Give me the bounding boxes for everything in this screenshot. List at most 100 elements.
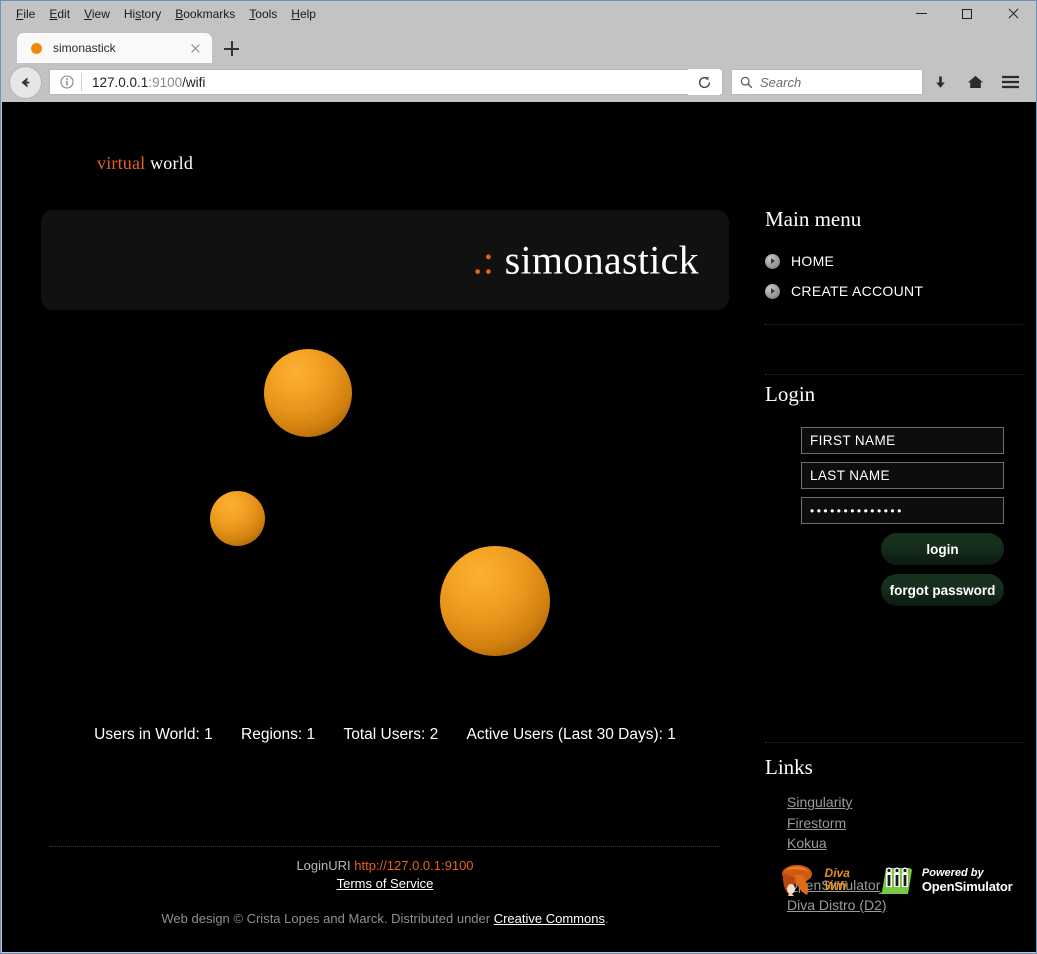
sidebar-item-create-account[interactable]: CREATE ACCOUNT <box>765 276 1023 306</box>
loginuri-value: http://127.0.0.1:9100 <box>354 858 474 873</box>
link-kokua[interactable]: Kokua <box>787 835 827 851</box>
menu-edit[interactable]: Edit <box>42 5 77 23</box>
page-footer: LoginURI http://127.0.0.1:9100 Terms of … <box>41 858 729 926</box>
page-viewport: virtual world .: simonastick Users in Wo… <box>2 102 1036 952</box>
menu-bookmarks[interactable]: Bookmarks <box>168 5 242 23</box>
stat-active-users: Active Users (Last 30 Days): 1 <box>466 726 676 743</box>
menu-view[interactable]: View <box>77 5 117 23</box>
diva-wifi-logo[interactable]: Diva Wifi <box>776 862 850 898</box>
new-tab-button[interactable] <box>216 35 246 63</box>
decorative-sphere-2 <box>210 491 265 546</box>
credit-suffix: . <box>604 911 609 926</box>
hamburger-icon <box>1002 75 1019 89</box>
link-singularity[interactable]: Singularity <box>787 794 852 810</box>
diva-line2: Wifi <box>824 879 847 893</box>
close-button[interactable] <box>990 1 1036 26</box>
opensim-text: Powered by OpenSimulator <box>922 867 1013 893</box>
tab-close-icon[interactable] <box>187 40 204 57</box>
url-divider <box>81 73 82 91</box>
bullet-arrow-icon <box>765 283 780 299</box>
menu-hamburger-button[interactable] <box>993 67 1028 97</box>
stat-users-in-world: Users in World: 1 <box>94 726 213 743</box>
sidebar-logos: Diva Wifi Powered by OpenSimulator <box>765 862 1023 898</box>
credit-line: Web design © Crista Lopes and Marck. Dis… <box>41 911 729 926</box>
list-item[interactable]: Singularity <box>787 794 1023 815</box>
browser-window: File Edit View History Bookmarks Tools H… <box>0 0 1037 954</box>
main-menu-block: Main menu HOME CREATE ACCOUNT <box>765 207 1023 306</box>
main-column: virtual world .: simonastick Users in Wo… <box>41 102 729 952</box>
terms-of-service-link[interactable]: Terms of Service <box>41 876 729 891</box>
login-form: login forgot password <box>765 427 1023 606</box>
menu-file[interactable]: File <box>9 5 42 23</box>
brand-world: world <box>150 153 194 173</box>
list-item[interactable]: Firestorm <box>787 815 1023 836</box>
reload-button[interactable] <box>688 69 720 95</box>
sidebar-divider-3 <box>765 742 1023 743</box>
sidebar: Main menu HOME CREATE ACCOUNT Login FIRS… <box>765 102 1023 952</box>
grid-statistics: Users in World: 1 Regions: 1 Total Users… <box>41 726 729 744</box>
page-banner: .: simonastick <box>41 210 729 310</box>
sidebar-item-home[interactable]: HOME <box>765 246 1023 276</box>
home-button[interactable] <box>958 67 993 97</box>
banner-dots: .: <box>472 237 495 283</box>
maximize-button[interactable] <box>944 1 990 26</box>
opensim-line2: OpenSimulator <box>921 879 1013 894</box>
back-button[interactable] <box>9 65 42 99</box>
login-block: Login login forgot password <box>765 382 1023 606</box>
login-button[interactable]: login <box>881 533 1004 565</box>
list-item[interactable]: Diva Distro (D2) <box>787 897 1023 918</box>
list-item[interactable]: Kokua <box>787 835 1023 856</box>
link-diva-distro[interactable]: Diva Distro (D2) <box>787 897 887 913</box>
info-icon[interactable] <box>58 74 75 91</box>
decorative-sphere-3 <box>440 546 550 656</box>
creative-commons-link[interactable]: Creative Commons <box>494 911 605 926</box>
loginuri-label: LoginURI <box>296 858 351 873</box>
last-name-input[interactable] <box>801 462 1004 489</box>
url-bar[interactable]: 127.0.0.1:9100/wifi <box>49 69 723 95</box>
forgot-password-button[interactable]: forgot password <box>881 574 1004 606</box>
main-menu-heading: Main menu <box>765 207 862 231</box>
sidebar-item-label[interactable]: HOME <box>791 253 834 269</box>
main-menu-list: HOME CREATE ACCOUNT <box>765 246 1023 306</box>
brand-virtual: virtual <box>97 153 146 173</box>
links-list: Singularity Firestorm Kokua OpenSimulato… <box>787 794 1023 918</box>
diva-wifi-text: Diva Wifi <box>825 867 850 893</box>
opensimulator-logo[interactable]: Powered by OpenSimulator <box>876 864 1013 896</box>
link-firestorm[interactable]: Firestorm <box>787 815 846 831</box>
page-title: .: simonastick <box>473 237 699 284</box>
first-name-input[interactable] <box>801 427 1004 454</box>
minimize-button[interactable] <box>898 1 944 26</box>
search-placeholder: Search <box>760 74 802 90</box>
reload-icon <box>698 75 710 88</box>
tab-simonastick[interactable]: simonastick <box>17 33 212 63</box>
stat-total-users: Total Users: 2 <box>343 726 439 743</box>
favicon-icon <box>31 42 42 54</box>
stat-regions: Regions: 1 <box>241 726 316 743</box>
search-bar[interactable]: Search <box>731 69 923 95</box>
bullet-arrow-icon <box>765 253 780 269</box>
footer-divider <box>50 846 720 847</box>
opensim-figures-icon <box>877 867 912 894</box>
tab-title: simonastick <box>53 41 116 55</box>
sidebar-item-label[interactable]: CREATE ACCOUNT <box>791 283 923 299</box>
menu-history[interactable]: History <box>117 5 168 23</box>
sidebar-divider-1 <box>765 324 1023 325</box>
search-icon <box>740 76 753 88</box>
wifi-page: virtual world .: simonastick Users in Wo… <box>2 102 1036 952</box>
menu-help[interactable]: Help <box>284 5 323 23</box>
menu-tools[interactable]: Tools <box>242 5 284 23</box>
diva-hair-icon <box>781 865 812 896</box>
password-input[interactable] <box>801 497 1004 524</box>
maximize-icon <box>962 8 972 19</box>
home-icon <box>967 75 984 89</box>
menu-bar: File Edit View History Bookmarks Tools H… <box>1 5 323 23</box>
tab-strip: simonastick <box>1 26 1036 63</box>
site-brand: virtual world <box>97 153 193 174</box>
download-icon <box>936 75 945 88</box>
decorative-sphere-1 <box>264 349 352 437</box>
downloads-button[interactable] <box>923 67 958 97</box>
window-controls <box>898 1 1036 26</box>
title-bar: File Edit View History Bookmarks Tools H… <box>1 1 1036 26</box>
sidebar-divider-2 <box>765 374 1023 375</box>
credit-prefix: Web design © Crista Lopes and Marck. Dis… <box>161 911 494 926</box>
